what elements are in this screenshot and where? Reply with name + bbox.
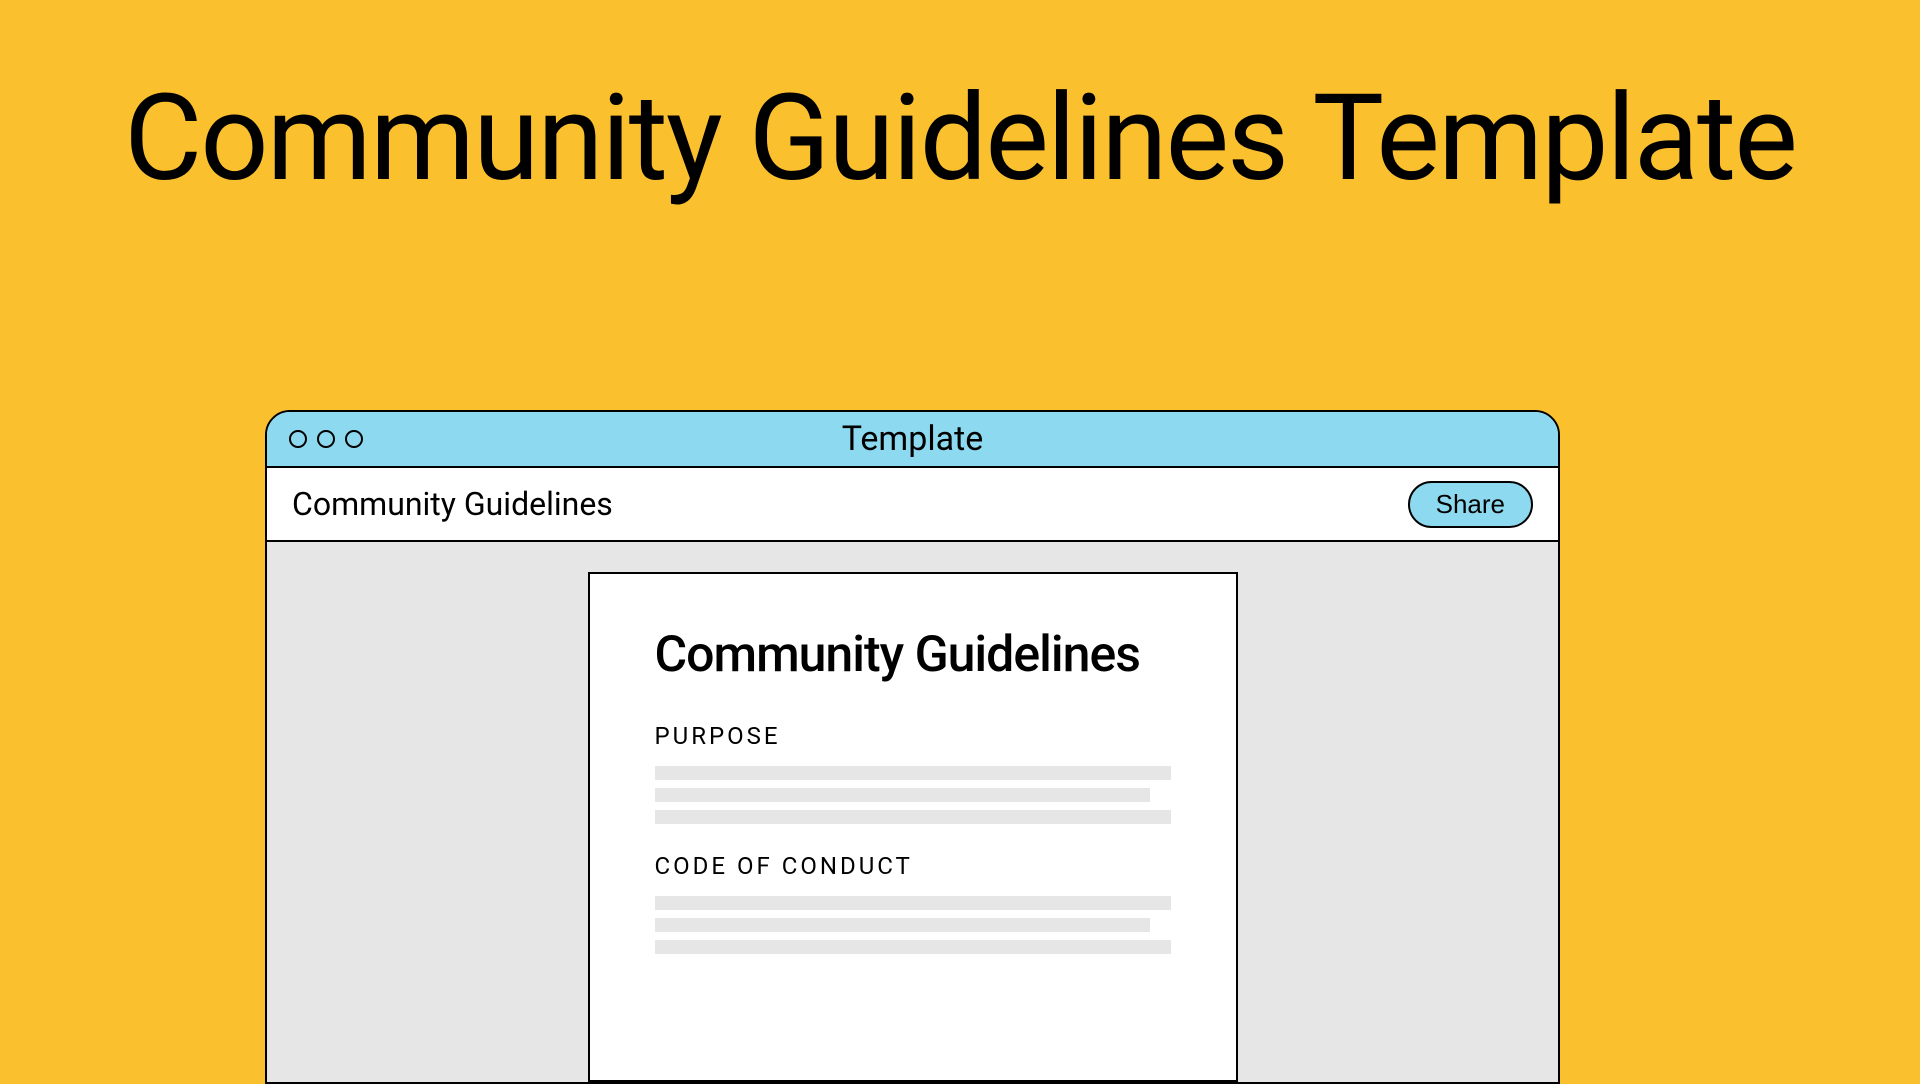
preview-window: Template Community Guidelines Share Comm… [265,410,1560,1084]
window-titlebar: Template [267,412,1558,468]
section-label-code-of-conduct: CODE OF CONDUCT [655,852,1171,880]
placeholder-line [655,788,1150,802]
toolbar: Community Guidelines Share [267,468,1558,542]
placeholder-line [655,810,1171,824]
placeholder-block [655,896,1171,954]
document-preview: Community Guidelines PURPOSE CODE OF CON… [588,572,1238,1082]
content-area: Community Guidelines PURPOSE CODE OF CON… [267,542,1558,1082]
placeholder-line [655,940,1171,954]
document-heading: Community Guidelines [655,629,1171,682]
share-button[interactable]: Share [1408,481,1533,528]
page-title: Community Guidelines Template [0,0,1920,208]
placeholder-line [655,918,1150,932]
toolbar-title: Community Guidelines [292,485,613,523]
window-title: Template [267,419,1558,459]
placeholder-line [655,896,1171,910]
placeholder-block [655,766,1171,824]
placeholder-line [655,766,1171,780]
section-label-purpose: PURPOSE [655,722,1171,750]
